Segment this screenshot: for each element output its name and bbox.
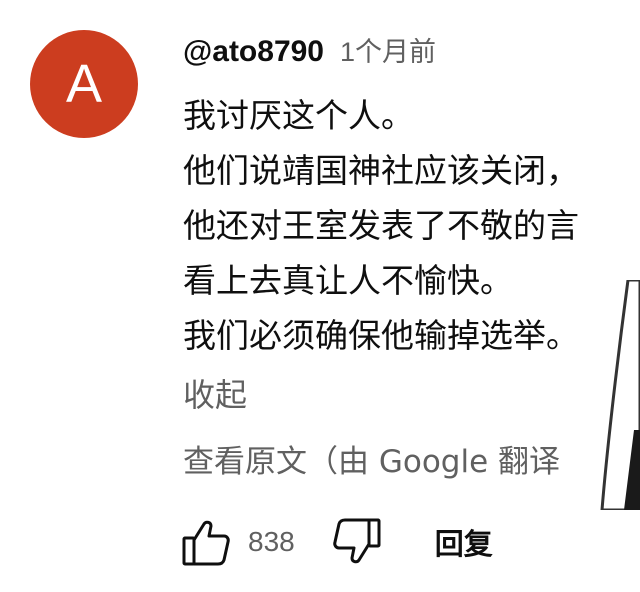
comment-line: 他们说靖国神社应该关闭， — [183, 151, 579, 190]
comment-line: 我们必须确保他输掉选举。 — [183, 316, 579, 355]
thumbs-down-icon[interactable] — [329, 514, 385, 570]
thumbs-up-icon[interactable] — [178, 514, 234, 570]
see-original-link[interactable]: 查看原文（由 Google 翻译 — [183, 436, 640, 481]
background-figure-edge — [600, 280, 640, 510]
reply-button[interactable]: 回复 — [435, 521, 493, 563]
avatar-letter: A — [65, 54, 103, 114]
like-count: 838 — [248, 526, 295, 557]
comment-actions: 838 回复 — [178, 514, 493, 570]
comment-line: 看上去真让人不愉快。 — [183, 261, 513, 300]
comment-line: 我讨厌这个人。 — [183, 96, 414, 135]
comment-line: 他还对王室发表了不敬的言 — [183, 206, 579, 245]
comment-item: A @ato8790 1个月前 我讨厌这个人。 他们说靖国神社应该关闭， 他还对… — [0, 0, 640, 592]
avatar[interactable]: A — [30, 30, 138, 138]
username-link[interactable]: @ato8790 — [183, 35, 324, 69]
comment-header: @ato8790 1个月前 — [183, 30, 436, 69]
collapse-link[interactable]: 收起 — [183, 370, 247, 416]
comment-text: 我讨厌这个人。 他们说靖国神社应该关闭， 他还对王室发表了不敬的言 看上去真让人… — [183, 88, 640, 363]
timestamp[interactable]: 1个月前 — [340, 30, 436, 69]
